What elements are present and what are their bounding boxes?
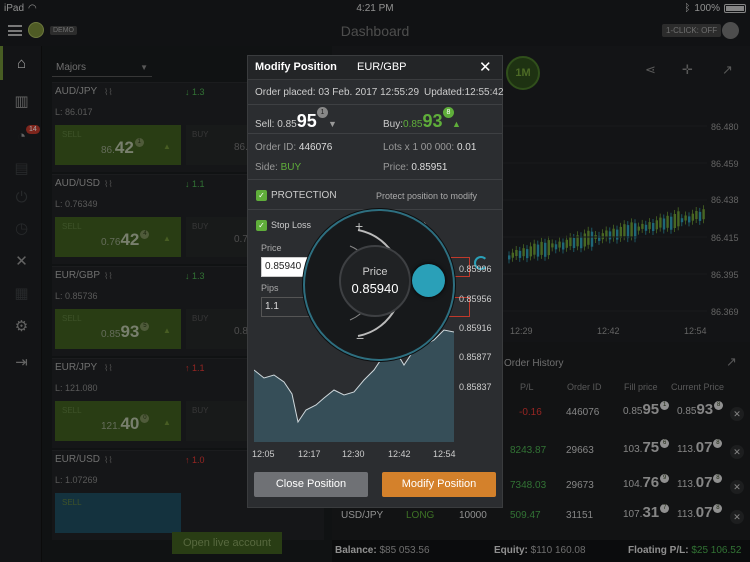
- open-price: Price: 0.85951: [383, 162, 448, 173]
- dial-value: 0.85940: [351, 281, 399, 296]
- caret-down-icon: ▼: [328, 119, 337, 129]
- dial-center: Price 0.85940: [339, 245, 411, 317]
- side-label: Side:: [255, 162, 278, 173]
- mini-chart-x-label: 12:30: [342, 449, 365, 459]
- divider: [248, 179, 502, 180]
- sell-price: Sell: 0.8595: [255, 111, 317, 132]
- price-field-label: Price: [261, 243, 282, 253]
- open-price-label: Price:: [383, 162, 409, 173]
- order-id-value: 446076: [298, 142, 333, 153]
- mini-chart-x-label: 12:05: [252, 449, 275, 459]
- dialog-pair: EUR/GBP: [357, 61, 407, 73]
- lots-label: Lots x 1 00 000:: [383, 142, 455, 153]
- mini-chart-y-label: 0.85916: [459, 323, 492, 333]
- sell-main: 0.85: [277, 119, 297, 130]
- close-position-button[interactable]: Close Position: [254, 472, 368, 497]
- divider: [248, 104, 502, 105]
- mini-chart-y-label: 0.85956: [459, 294, 492, 304]
- modify-position-button[interactable]: Modify Position: [382, 472, 496, 497]
- caret-up-icon: ▲: [452, 119, 461, 129]
- protection-checkbox[interactable]: ✓: [256, 190, 267, 201]
- buy-price: Buy:0.8593: [383, 111, 443, 132]
- buy-pip-badge: 8: [443, 107, 454, 118]
- order-placed: Order placed: 03 Feb. 2017 12:55:29: [255, 87, 419, 98]
- pips-field-label: Pips: [261, 283, 279, 293]
- dial-decrease-button[interactable]: −: [356, 330, 364, 346]
- order-placed-label: Order placed:: [255, 87, 316, 98]
- lots-value: 0.01: [456, 142, 477, 153]
- dial-increase-button[interactable]: +: [355, 218, 363, 234]
- mini-chart-y-label: 0.85877: [459, 352, 492, 362]
- open-price-value: 0.85951: [411, 162, 448, 173]
- close-icon[interactable]: ✕: [479, 58, 492, 76]
- sell-label: Sell:: [255, 119, 275, 130]
- mini-chart-x-label: 12:17: [298, 449, 321, 459]
- order-id: Order ID: 446076: [255, 142, 332, 153]
- sell-pip-badge: 1: [317, 107, 328, 118]
- protection-label: PROTECTION: [271, 190, 337, 201]
- lots: Lots x 1 00 000: 0.01: [383, 142, 476, 153]
- buy-label: Buy:: [383, 119, 404, 130]
- buy-big: 93: [422, 111, 443, 131]
- sell-big: 95: [296, 111, 317, 131]
- mini-chart-x-label: 12:42: [388, 449, 411, 459]
- mini-chart-x-label: 12:54: [433, 449, 456, 459]
- stop-loss-label: Stop Loss: [271, 220, 312, 230]
- mini-chart-y-label: 0.85996: [459, 264, 492, 274]
- updated-label: Updated:: [424, 87, 465, 98]
- order-id-label: Order ID:: [255, 142, 297, 153]
- dial-knob-handle[interactable]: [412, 264, 445, 297]
- buy-main: 0.85: [403, 119, 423, 130]
- updated-value: 12:55:42: [464, 87, 504, 98]
- stop-loss-checkbox[interactable]: ✓: [256, 220, 267, 231]
- dialog-title: Modify Position: [255, 61, 337, 73]
- divider: [248, 133, 502, 134]
- protect-hint: Protect position to modify: [376, 191, 478, 201]
- mini-chart-y-label: 0.85837: [459, 382, 492, 392]
- order-placed-value: 03 Feb. 2017 12:55:29: [318, 87, 420, 98]
- dialog-header: Modify Position EUR/GBP ✕: [248, 56, 502, 80]
- side: Side: BUY: [255, 162, 301, 173]
- dial-label: Price: [362, 266, 388, 278]
- side-value: BUY: [280, 162, 302, 173]
- updated: Updated:12:55:42: [424, 87, 504, 98]
